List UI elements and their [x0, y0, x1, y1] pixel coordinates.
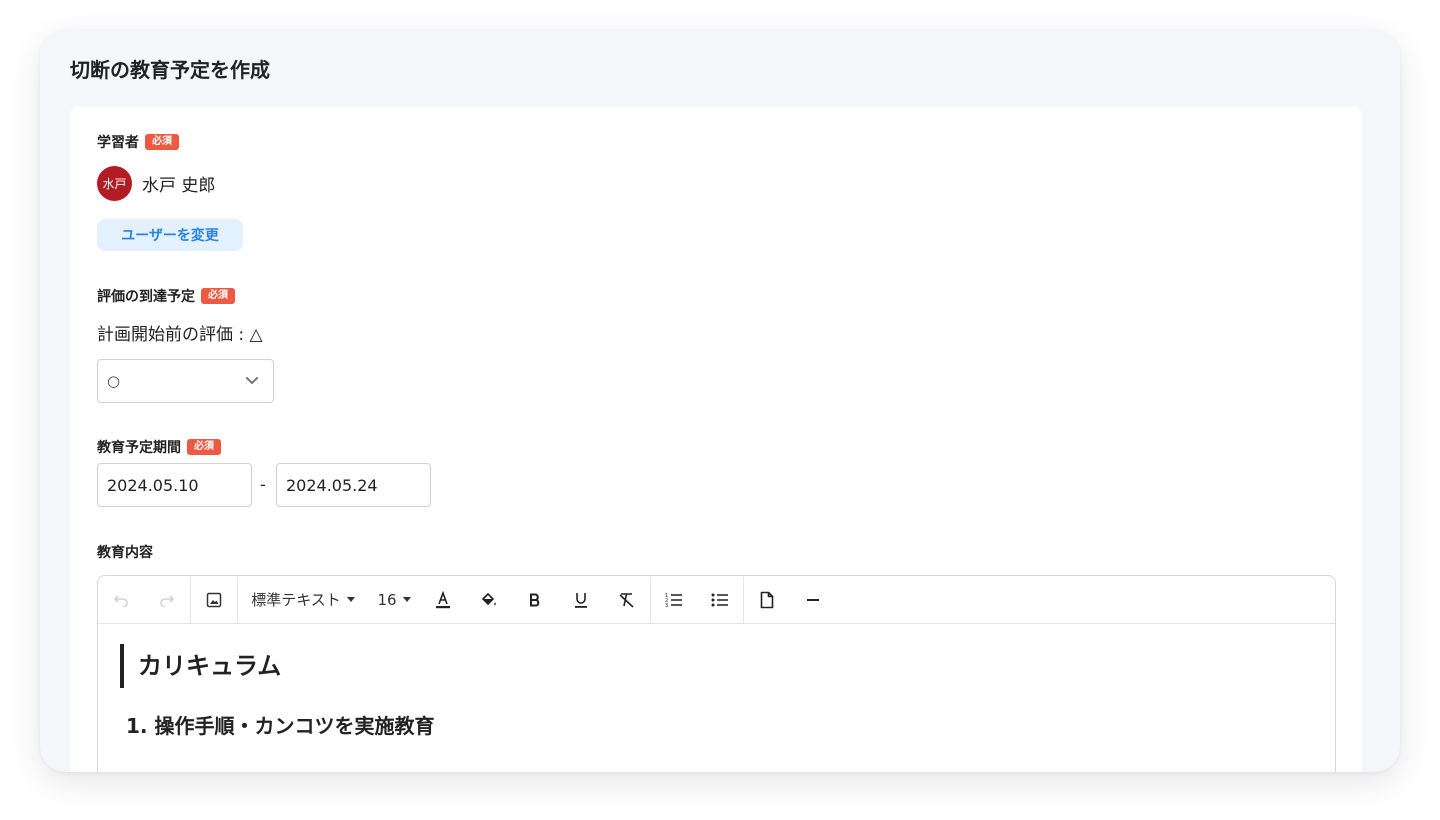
evaluation-select-value: ○: [107, 372, 121, 390]
period-label-text: 教育予定期間: [97, 440, 181, 456]
horizontal-rule-button[interactable]: [790, 576, 836, 624]
redo-button[interactable]: [144, 576, 190, 624]
ordered-list-button[interactable]: 1 2 3: [651, 576, 697, 624]
learner-name: 水戸 史郎: [142, 176, 216, 196]
image-icon: [206, 592, 222, 607]
bold-button[interactable]: [512, 576, 558, 624]
page-title: 切断の教育予定を作成: [70, 58, 270, 82]
font-size-dropdown[interactable]: 16: [368, 576, 420, 624]
font-color-button[interactable]: [420, 576, 466, 624]
content-label: 教育内容: [97, 542, 153, 562]
editor-content[interactable]: カリキュラム 1. 操作手順・カンコツを実施教育: [98, 624, 1335, 759]
ordered-list-icon: 1 2 3: [665, 593, 682, 608]
form-card: 学習者 必須 水戸 水戸 史郎 ユーザーを変更 評価の到達予定 必須 計画開始前…: [70, 106, 1362, 772]
learner-label-text: 学習者: [97, 135, 139, 151]
unordered-list-icon: [711, 593, 728, 606]
svg-text:3: 3: [665, 603, 668, 608]
fill-color-icon: [481, 592, 496, 605]
content-heading: カリキュラム: [120, 644, 1311, 688]
learner-label: 学習者 必須: [97, 132, 179, 152]
unordered-list-button[interactable]: [697, 576, 743, 624]
undo-icon: [113, 594, 128, 607]
editor-toolbar: 標準テキスト 16 1 2 3: [98, 576, 1335, 624]
font-size-value: 16: [377, 590, 397, 609]
undo-button[interactable]: [98, 576, 144, 624]
change-user-button[interactable]: ユーザーを変更: [97, 219, 243, 251]
bold-icon: [530, 593, 540, 606]
rich-text-editor[interactable]: 標準テキスト 16 1 2 3 カリキュラム 1. 操作手順・カンコツを実施教育: [97, 575, 1336, 772]
learner-row: 水戸 水戸 史郎: [97, 166, 215, 201]
app-window: 切断の教育予定を作成 学習者 必須 水戸 水戸 史郎 ユーザーを変更 評価の到達…: [40, 30, 1400, 772]
font-color-icon: [436, 590, 450, 608]
insert-image-button[interactable]: [191, 576, 237, 624]
fill-color-button[interactable]: [466, 576, 512, 624]
horizontal-rule-icon: [807, 598, 819, 601]
clear-format-icon: [619, 592, 634, 608]
underline-button[interactable]: [558, 576, 604, 624]
chevron-down-icon: [246, 377, 258, 384]
avatar: 水戸: [97, 166, 132, 201]
pre-evaluation-text: 計画開始前の評価 : △: [97, 325, 263, 345]
end-date-input[interactable]: [276, 463, 431, 507]
content-label-text: 教育内容: [97, 545, 153, 561]
required-badge: 必須: [145, 134, 179, 150]
evaluation-select[interactable]: ○: [97, 359, 274, 403]
required-badge: 必須: [187, 439, 221, 455]
redo-icon: [160, 594, 175, 607]
clear-format-button[interactable]: [604, 576, 650, 624]
start-date-input[interactable]: [97, 463, 252, 507]
caret-down-icon: [346, 597, 355, 602]
evaluation-label: 評価の到達予定 必須: [97, 286, 235, 306]
evaluation-label-text: 評価の到達予定: [97, 289, 195, 305]
date-separator: -: [260, 475, 266, 494]
underline-icon: [575, 592, 587, 608]
required-badge: 必須: [201, 288, 235, 304]
template-icon: [760, 591, 774, 608]
caret-down-icon: [402, 597, 411, 602]
template-button[interactable]: [744, 576, 790, 624]
content-step-heading: 1. 操作手順・カンコツを実施教育: [126, 714, 435, 738]
period-label: 教育予定期間 必須: [97, 437, 221, 457]
text-style-dropdown[interactable]: 標準テキスト: [238, 576, 368, 624]
text-style-value: 標準テキスト: [251, 591, 341, 609]
